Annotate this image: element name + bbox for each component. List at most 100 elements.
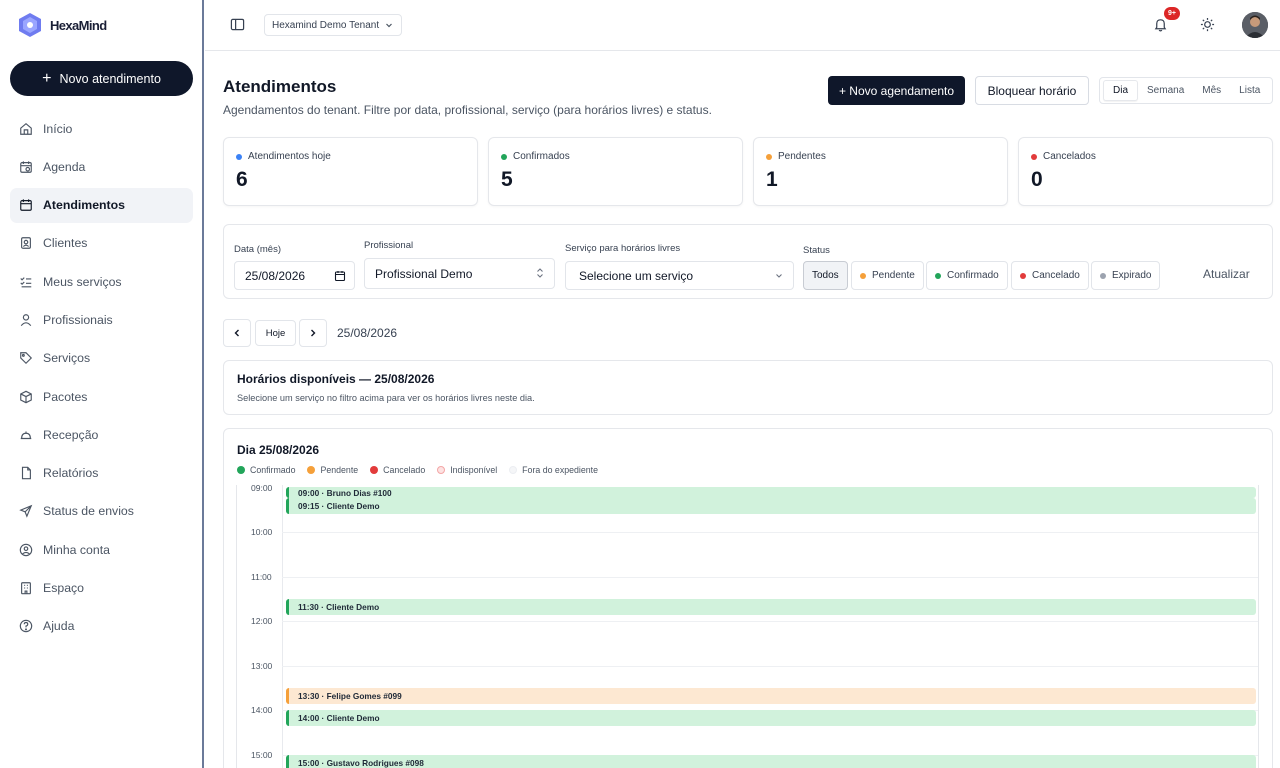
sidebar-item-atendimentos[interactable]: Atendimentos xyxy=(10,187,193,223)
status-chip-expirado[interactable]: Expirado xyxy=(1091,261,1161,290)
status-chip-confirmado[interactable]: Confirmado xyxy=(926,261,1008,290)
event-label: 13:30 · Felipe Gomes #099 xyxy=(298,691,402,701)
service-select[interactable]: Selecione um serviço xyxy=(565,261,794,290)
help-icon xyxy=(19,620,33,633)
stat-label-row: Confirmados xyxy=(501,151,570,162)
sidebar-item-recepcao[interactable]: Recepção xyxy=(10,417,193,452)
legend-swatch xyxy=(509,466,518,474)
calendar-check-icon xyxy=(20,199,32,211)
sidebar-item-label: Serviços xyxy=(43,351,91,366)
sun-icon[interactable] xyxy=(1200,17,1215,32)
notifications-badge: 9+ xyxy=(1164,7,1180,20)
status-label: Status xyxy=(803,245,830,256)
calendar-icon xyxy=(334,271,346,282)
appointment-event[interactable]: 11:30 · Cliente Demo xyxy=(286,599,1256,615)
sidebar-item-espaco[interactable]: Espaço xyxy=(10,571,193,606)
legend-label: Fora do expediente xyxy=(522,465,598,475)
status-dot xyxy=(501,153,507,160)
chip-label: Pendente xyxy=(872,270,915,281)
sidebar: HexaMind + Novo atendimento Início Agend… xyxy=(0,0,204,768)
sidebar-item-meus-servicos[interactable]: Meus serviços xyxy=(10,264,193,299)
appointment-event[interactable]: 09:00 · Bruno Dias #100 xyxy=(286,487,1256,498)
sidebar-item-agenda[interactable]: Agenda xyxy=(10,149,193,184)
professional-value: Profissional Demo xyxy=(375,266,473,281)
event-label: 09:00 · Bruno Dias #100 xyxy=(298,487,392,498)
status-dot xyxy=(766,153,772,160)
legend-item-fora-expediente: Fora do expediente xyxy=(509,465,598,475)
appointment-event[interactable]: 09:15 · Cliente Demo xyxy=(286,498,1256,514)
stat-label: Cancelados xyxy=(1043,151,1096,162)
page-title: Atendimentos xyxy=(223,77,337,96)
hour-label: 15:00 xyxy=(251,750,273,760)
tenant-selector[interactable]: Hexamind Demo Tenant xyxy=(264,14,403,36)
status-chip-pendente[interactable]: Pendente xyxy=(851,261,924,290)
stat-card-pending: Pendentes 1 xyxy=(753,137,1008,206)
stat-value: 1 xyxy=(766,168,778,191)
status-chip-cancelado[interactable]: Cancelado xyxy=(1011,261,1089,290)
sidebar-item-servicos[interactable]: Serviços xyxy=(10,341,193,376)
appointment-event[interactable]: 13:30 · Felipe Gomes #099 xyxy=(286,688,1256,704)
sidebar-toggle-icon[interactable] xyxy=(230,17,245,32)
sidebar-item-pacotes[interactable]: Pacotes xyxy=(10,379,193,414)
new-booking-button[interactable]: + Novo agendamento xyxy=(828,76,965,105)
stat-label-row: Cancelados xyxy=(1031,151,1096,162)
legend-label: Confirmado xyxy=(250,465,296,475)
new-appointment-button[interactable]: + Novo atendimento xyxy=(10,61,193,96)
date-label: Data (mês) xyxy=(234,244,281,255)
chip-label: Confirmado xyxy=(947,270,999,281)
view-tab-list[interactable]: Lista xyxy=(1230,80,1269,101)
block-time-button[interactable]: Bloquear horário xyxy=(975,76,1089,105)
bell-icon[interactable] xyxy=(1153,17,1168,32)
next-day-button[interactable] xyxy=(299,319,327,347)
professional-label: Profissional xyxy=(364,240,414,251)
brand[interactable]: HexaMind xyxy=(18,11,107,39)
hour-label: 11:00 xyxy=(251,572,272,582)
today-button[interactable]: Hoje xyxy=(255,320,296,346)
chip-label: Expirado xyxy=(1112,270,1152,281)
avatar[interactable] xyxy=(1242,12,1268,38)
prev-day-button[interactable] xyxy=(223,319,251,347)
sidebar-item-ajuda[interactable]: Ajuda xyxy=(10,609,193,644)
sidebar-item-label: Pacotes xyxy=(43,389,88,404)
chip-label: Todos xyxy=(812,270,839,281)
service-value: Selecione um serviço xyxy=(579,268,694,283)
home-icon xyxy=(20,122,32,135)
sidebar-item-status-envios[interactable]: Status de envios xyxy=(10,494,193,529)
legend-swatch xyxy=(237,466,245,474)
status-chip-todos[interactable]: Todos xyxy=(803,261,848,290)
filters-panel: Data (mês) 25/08/2026 Profissional Profi… xyxy=(223,224,1273,299)
day-timeline: 09:00 10:00 11:00 12:00 13:00 14:00 15:0… xyxy=(236,485,1259,768)
current-date: 25/08/2026 xyxy=(337,326,398,340)
view-tab-week[interactable]: Semana xyxy=(1138,80,1193,101)
user-photo xyxy=(1242,12,1268,38)
professional-select[interactable]: Profissional Demo xyxy=(364,258,555,289)
date-input[interactable]: 25/08/2026 xyxy=(234,261,355,290)
status-legend: Confirmado Pendente Cancelado Indisponív… xyxy=(237,465,610,475)
hour-label: 12:00 xyxy=(251,616,273,626)
legend-item-indisponivel: Indisponível xyxy=(437,465,497,475)
legend-item-cancelado: Cancelado xyxy=(370,465,425,475)
hour-label: 10:00 xyxy=(251,527,273,537)
view-tab-month[interactable]: Mês xyxy=(1193,80,1230,101)
sidebar-item-profissionais[interactable]: Profissionais xyxy=(10,302,193,337)
page-subtitle: Agendamentos do tenant. Filtre por data,… xyxy=(223,103,712,117)
bell-desk-icon xyxy=(20,431,32,439)
sidebar-nav: Início Agenda Atendimentos Clientes Meus… xyxy=(10,111,193,647)
view-tab-day[interactable]: Dia xyxy=(1103,80,1139,101)
sidebar-item-clientes[interactable]: Clientes xyxy=(10,226,193,261)
appointment-event[interactable]: 15:00 · Gustavo Rodrigues #098 xyxy=(286,755,1256,768)
sidebar-item-label: Início xyxy=(43,121,73,136)
sidebar-item-relatorios[interactable]: Relatórios xyxy=(10,456,193,491)
available-slots-panel: Horários disponíveis — 25/08/2026 Seleci… xyxy=(223,360,1273,415)
timeline-divider xyxy=(282,485,283,768)
status-dot xyxy=(236,153,242,160)
day-title: Dia 25/08/2026 xyxy=(237,443,320,457)
refresh-button[interactable]: Atualizar xyxy=(1203,267,1250,281)
send-icon xyxy=(19,505,33,519)
sidebar-item-minha-conta[interactable]: Minha conta xyxy=(10,532,193,567)
available-slots-subtitle: Selecione um serviço no filtro acima par… xyxy=(237,393,535,403)
brand-name: HexaMind xyxy=(50,17,107,33)
tenant-name: Hexamind Demo Tenant xyxy=(272,19,380,31)
appointment-event[interactable]: 14:00 · Cliente Demo xyxy=(286,710,1256,726)
sidebar-item-inicio[interactable]: Início xyxy=(10,111,193,146)
